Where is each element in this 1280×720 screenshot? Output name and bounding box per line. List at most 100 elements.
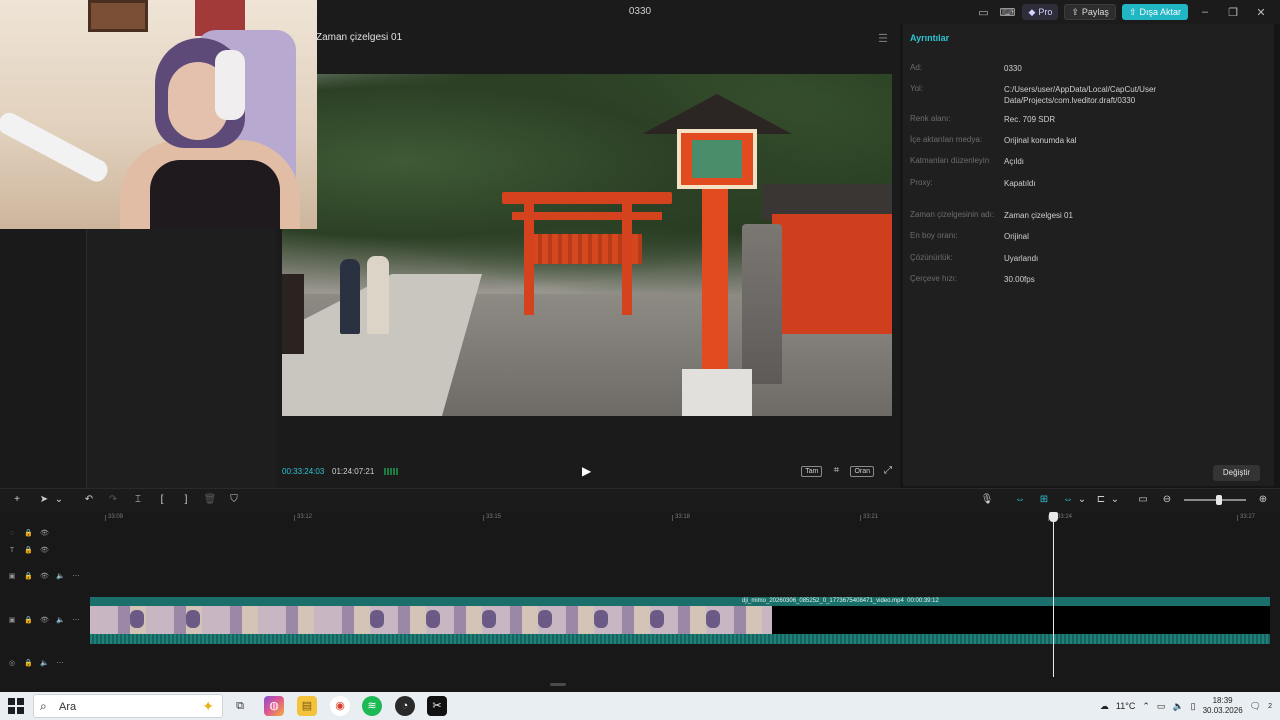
notification-icon[interactable]: 🗨 [1250, 701, 1261, 712]
share-label: Paylaş [1081, 7, 1109, 17]
chevron-up-icon[interactable]: ⌃ [1142, 701, 1150, 712]
volume-icon[interactable]: 🔈 [1172, 701, 1183, 712]
windows-start-icon[interactable] [8, 698, 24, 714]
chrome-icon[interactable]: ◉ [330, 696, 350, 716]
lock-icon[interactable]: 🔒 [24, 616, 33, 624]
lock-icon[interactable]: 🔒 [24, 529, 33, 537]
battery-icon[interactable]: ▯ [1191, 701, 1196, 712]
delete-icon[interactable]: 🗑 [203, 493, 217, 507]
speaker-icon[interactable]: 🔈 [56, 616, 65, 624]
select-tool-icon[interactable]: ➤ [37, 493, 51, 507]
clock-time: 18:39 [1212, 696, 1233, 705]
undo-icon[interactable]: ↶ [82, 493, 96, 507]
time-ruler[interactable]: 33:09 33:12 33:15 33:18 33:21 33:24 33:2… [90, 512, 1280, 526]
crop-icon[interactable]: ⌗ [830, 465, 842, 477]
zoom-slider-track[interactable] [1184, 499, 1246, 501]
audio-waveform[interactable] [90, 634, 1270, 644]
video-clip-thumbnails[interactable] [90, 606, 772, 634]
video-clip-black[interactable] [772, 606, 1270, 634]
menu-icon[interactable]: ☰ [878, 32, 888, 45]
ruler-label: 33:18 [675, 514, 691, 520]
file-explorer-icon[interactable]: ▤ [297, 696, 317, 716]
ratio-button[interactable]: Oran [850, 465, 874, 477]
full-quality-toggle[interactable]: Tam [801, 465, 823, 477]
change-button[interactable]: Değiştir [1212, 465, 1260, 481]
more-icon[interactable]: ⋯ [72, 572, 80, 580]
chevron-down-icon[interactable]: ⌄ [52, 493, 66, 507]
detail-value: C:/Users/user/AppData/Local/CapCut/User … [1004, 85, 1157, 105]
obs-icon[interactable]: ◔ [395, 696, 415, 716]
video-clip-header[interactable] [90, 597, 1270, 606]
spotify-icon[interactable]: ≋ [362, 696, 382, 716]
thumbnail-frame [650, 610, 664, 628]
shortcuts-icon[interactable]: ⌨ [998, 3, 1016, 21]
play-button[interactable]: ▶ [582, 464, 592, 478]
restore-button[interactable]: ❐ [1222, 6, 1244, 19]
microphone-icon[interactable]: 🎙 [980, 493, 994, 507]
more-icon[interactable]: ⋯ [56, 659, 64, 667]
layout-icon[interactable]: ▭ [974, 3, 992, 21]
taskbar-search[interactable]: ⌕ Ara ✦ [33, 694, 223, 718]
playhead-handle[interactable] [1049, 512, 1058, 522]
eye-icon[interactable]: 👁 [40, 546, 49, 554]
horizontal-scrollbar[interactable] [550, 683, 566, 686]
speaker-icon[interactable]: 🔈 [40, 659, 49, 667]
export-label: Dışa Aktar [1139, 7, 1181, 17]
zoom-out-icon[interactable]: ⊖ [1160, 493, 1174, 507]
lock-icon[interactable]: 🔒 [24, 546, 33, 554]
speaker-icon[interactable]: 🔈 [56, 572, 65, 580]
detail-value: Uyarlandı [1004, 254, 1039, 263]
shield-icon[interactable]: ⛉ [227, 493, 241, 507]
video-preview[interactable] [282, 74, 892, 416]
split-left-icon[interactable]: [ [155, 493, 169, 507]
split-icon[interactable]: ⌶ [131, 493, 145, 507]
streamer-top [150, 160, 280, 229]
close-button[interactable]: ✕ [1250, 6, 1272, 19]
chevron-down-icon[interactable]: ⌄ [1108, 493, 1122, 507]
copilot-icon[interactable]: ◍ [264, 696, 284, 716]
fullscreen-icon[interactable]: ⤢ [882, 465, 894, 477]
clock[interactable]: 18:39 30.03.2026 [1203, 696, 1243, 716]
export-button[interactable]: ⇧ Dışa Aktar [1121, 4, 1188, 20]
ruler-label: 33:24 [1057, 514, 1073, 520]
minimize-button[interactable]: – [1194, 6, 1216, 18]
weather-temp[interactable]: 11°C [1116, 701, 1135, 711]
lock-icon[interactable]: 🔒 [24, 659, 33, 667]
zoom-slider-handle[interactable] [1216, 495, 1222, 505]
eye-icon[interactable]: 👁 [40, 616, 49, 624]
chevron-down-icon[interactable]: ⌄ [1075, 493, 1089, 507]
snap-icon[interactable]: ⇔ [1061, 493, 1075, 507]
weather-icon[interactable]: ☁ [1100, 701, 1109, 712]
player-panel: Zaman çizelgesi 01 ☰ 00:33:24:03 01:24:0… [276, 24, 900, 488]
torii-pillar-right [622, 200, 632, 315]
detail-value: Açıldı [1004, 157, 1025, 166]
clip-filename: dji_mimo_20260306_085252_0_1773675408471… [742, 598, 904, 604]
preview-axis-icon[interactable]: ⊏ [1094, 493, 1108, 507]
capcut-icon[interactable]: ✂ [427, 696, 447, 716]
magnet-icon[interactable]: ⊞ [1037, 493, 1051, 507]
ruler-tick [105, 515, 106, 521]
playhead[interactable] [1053, 512, 1054, 677]
lock-icon[interactable]: 🔒 [24, 572, 33, 580]
timeline[interactable]: 33:09 33:12 33:15 33:18 33:21 33:24 33:2… [0, 512, 1280, 692]
network-icon[interactable]: ▭ [1157, 701, 1166, 712]
link-icon[interactable]: ⇔ [1013, 493, 1027, 507]
ruler-tick [1237, 515, 1238, 521]
redo-icon[interactable]: ↷ [106, 493, 120, 507]
eye-icon[interactable]: 👁 [40, 572, 49, 580]
notification-count: 2 [1268, 702, 1272, 710]
caption-icon[interactable]: ▭ [1136, 493, 1150, 507]
timeline-toolbar: + ➤ ⌄ ↶ ↷ ⌶ [ ] 🗑 ⛉ 🎙 ⇔ ⊞ ⇔ ⌄ ⊏ ⌄ ▭ ⊖ ⊕ [0, 488, 1280, 512]
eye-icon[interactable]: 👁 [40, 529, 49, 537]
pro-button[interactable]: ◆ Pro [1022, 4, 1059, 20]
export-icon: ⇧ [1128, 6, 1137, 17]
zoom-in-icon[interactable]: ⊕ [1256, 493, 1270, 507]
visitor-figure [282, 274, 304, 354]
share-button[interactable]: ⇪ Paylaş [1064, 4, 1116, 20]
task-view-icon[interactable]: ⧉ [230, 696, 250, 716]
more-icon[interactable]: ⋯ [72, 616, 80, 624]
detail-value: Kapatıldı [1004, 179, 1036, 188]
split-right-icon[interactable]: ] [179, 493, 193, 507]
add-icon[interactable]: + [10, 493, 24, 507]
thumbnail-frame [706, 610, 720, 628]
